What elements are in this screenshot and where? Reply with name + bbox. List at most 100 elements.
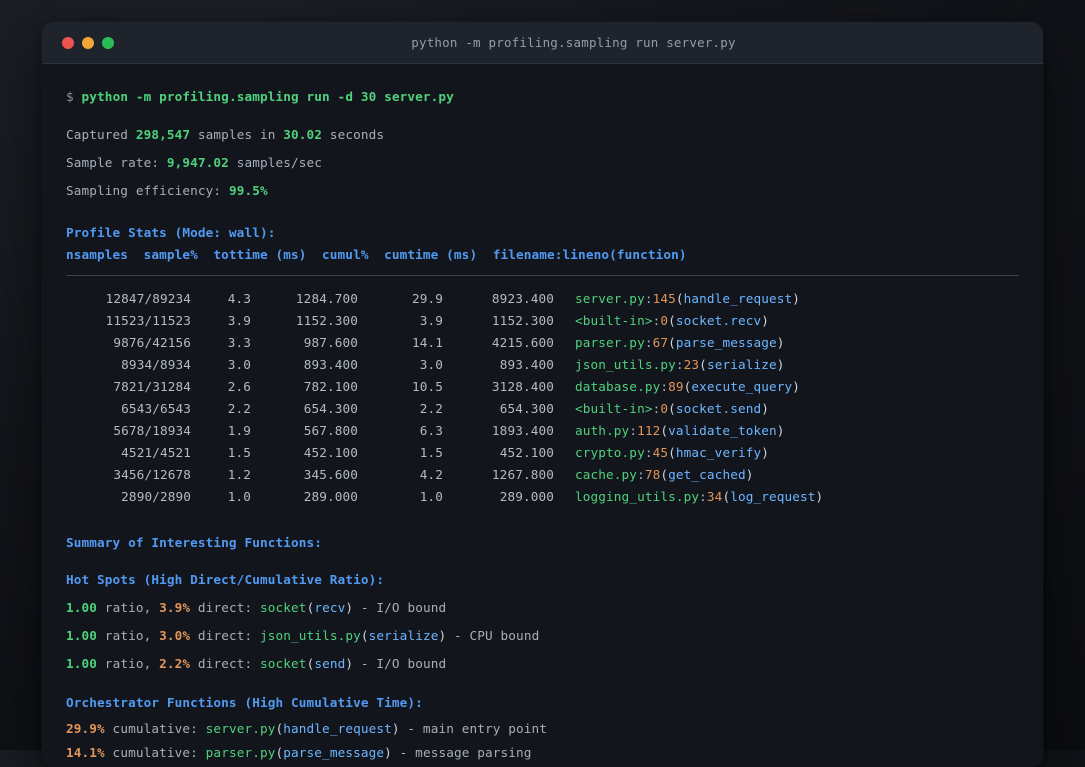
function-file: <built-in>: [575, 313, 653, 328]
function-paren: ): [815, 489, 824, 504]
captured-line-text: seconds: [322, 127, 385, 142]
window-titlebar: python -m profiling.sampling run server.…: [42, 22, 1043, 64]
function-name: socket.send: [675, 401, 762, 416]
function-paren: ): [776, 335, 785, 350]
function-file: server.py: [575, 291, 645, 306]
cell-function: crypto.py:45(hmac_verify): [575, 442, 769, 464]
cell-cumtime: 654.300: [499, 401, 554, 416]
function-lineno: 67: [652, 335, 669, 350]
function-colon: :: [644, 291, 653, 306]
function-lineno: 78: [644, 467, 661, 482]
cell-function: auth.py:112(validate_token): [575, 420, 785, 442]
cell-cumul-pct: 3.0: [419, 357, 443, 372]
function-paren: ): [761, 445, 769, 460]
minimize-button[interactable]: [82, 36, 94, 49]
function-file: crypto.py: [575, 445, 645, 460]
orchestrator-entry-1-text: ): [391, 721, 400, 736]
cell-function: server.py:145(handle_request): [575, 288, 800, 310]
function-paren: (: [699, 357, 707, 372]
cell-sample-pct: 2.2: [227, 401, 251, 416]
function-paren: (: [668, 401, 676, 416]
captured-line-text: 298,547: [135, 127, 191, 142]
function-name: handle_request: [683, 291, 793, 306]
orchestrator-entry-1: 29.9% cumulative: server.py(handle_reque…: [66, 719, 1019, 739]
hot-spot-entry-3-text: socket: [260, 656, 307, 671]
hot-spot-entry-1-text: 1.00: [66, 600, 98, 615]
cell-cumul-pct: 6.3: [419, 423, 443, 438]
sampling-efficiency-line-text: 99.5%: [228, 183, 268, 198]
cell-sample-pct: 1.0: [227, 489, 251, 504]
function-file: json_utils.py: [575, 357, 676, 372]
hot-spot-entry-2-text: 1.00: [66, 628, 98, 643]
cell-sample-pct: 3.3: [227, 335, 251, 350]
function-paren: ): [792, 291, 801, 306]
cell-cumul-pct: 29.9: [411, 291, 443, 306]
function-paren: (: [675, 291, 684, 306]
cell-cumtime: 1893.400: [491, 423, 554, 438]
cell-cumul-pct: 10.5: [411, 379, 443, 394]
cell-tottime: 782.100: [303, 379, 358, 394]
hot-spot-entry-2-text: (: [360, 628, 369, 643]
hot-spot-entry-3-text: 1.00: [66, 656, 98, 671]
function-file: <built-in>: [575, 401, 653, 416]
sampling-efficiency-line: Sampling efficiency: 99.5%: [66, 181, 1019, 201]
traffic-lights: [62, 36, 114, 49]
function-paren: ): [776, 357, 785, 372]
function-name: log_request: [730, 489, 816, 504]
function-lineno: 34: [706, 489, 723, 504]
maximize-button[interactable]: [102, 36, 114, 49]
orchestrator-entry-1-text: handle_request: [283, 721, 392, 736]
function-colon: :: [660, 379, 669, 394]
cell-nsamples: 9876/42156: [113, 335, 191, 350]
hot-spot-entry-3-text: - I/O bound: [353, 656, 447, 671]
cell-sample-pct: 1.5: [227, 445, 251, 460]
function-name: serialize: [706, 357, 777, 372]
cell-sample-pct: 1.9: [227, 423, 251, 438]
profile-table-header: nsamples sample% tottime (ms) cumul% cum…: [66, 245, 1019, 265]
orchestrator-entry-1-text: cumulative:: [104, 721, 206, 736]
cell-nsamples: 8934/8934: [121, 357, 191, 372]
function-name: validate_token: [668, 423, 777, 438]
profile-table-row: 3456/12678 1.2 345.600 4.2 1267.800 cache.py:…: [66, 464, 1019, 486]
function-paren: (: [668, 445, 676, 460]
hot-spot-entry-3-text: 2.2%: [159, 656, 191, 671]
hot-spot-entry-3-text: direct:: [190, 656, 260, 671]
cell-cumtime: 8923.400: [491, 291, 554, 306]
cell-cumul-pct: 2.2: [419, 401, 443, 416]
hot-spot-entry-3-text: ratio,: [97, 656, 160, 671]
function-file: database.py: [575, 379, 661, 394]
hot-spot-entry-1: 1.00 ratio, 3.9% direct: socket(recv) - …: [66, 598, 1019, 618]
captured-line-text: 30.02: [283, 127, 323, 142]
hot-spot-entry-1-text: ratio,: [97, 600, 160, 615]
function-lineno: 23: [683, 357, 700, 372]
orchestrator-entry-2-text: parse_message: [283, 745, 385, 760]
profile-table-row: 9876/42156 3.3 987.600 14.1 4215.600 parser.p…: [66, 332, 1019, 354]
sample-rate-line-text: 9,947.02: [166, 155, 229, 170]
hot-spot-entry-1-text: ): [345, 600, 354, 615]
cell-function: database.py:89(execute_query): [575, 376, 800, 398]
function-name: get_cached: [668, 467, 746, 482]
function-file: auth.py: [575, 423, 630, 438]
cell-nsamples: 7821/31284: [113, 379, 191, 394]
captured-line-text: samples in: [190, 127, 284, 142]
captured-line: Captured 298,547 samples in 30.02 second…: [66, 125, 1019, 145]
cell-tottime: 289.000: [303, 489, 358, 504]
cell-tottime: 1152.300: [295, 313, 358, 328]
cell-cumtime: 452.100: [499, 445, 554, 460]
profile-table-header-text: nsamples sample% tottime (ms) cumul% cum…: [66, 247, 687, 262]
function-colon: :: [675, 357, 684, 372]
cell-cumtime: 1152.300: [491, 313, 554, 328]
hot-spots-heading: Hot Spots (High Direct/Cumulative Ratio)…: [66, 570, 1019, 590]
function-file: logging_utils.py: [575, 489, 700, 504]
cell-cumul-pct: 14.1: [411, 335, 443, 350]
cell-sample-pct: 1.2: [227, 467, 251, 482]
profile-table-row: 7821/31284 2.6 782.100 10.5 3128.400 database…: [66, 376, 1019, 398]
cell-nsamples: 3456/12678: [113, 467, 191, 482]
close-button[interactable]: [62, 36, 74, 49]
cell-cumtime: 1267.800: [491, 467, 554, 482]
orchestrator-entry-2-text: - message parsing: [391, 745, 532, 760]
command-line-text: $: [66, 89, 82, 104]
cell-cumtime: 289.000: [499, 489, 554, 504]
profile-stats-heading-text: Profile Stats (Mode: wall):: [66, 225, 276, 240]
cell-cumul-pct: 1.0: [419, 489, 443, 504]
